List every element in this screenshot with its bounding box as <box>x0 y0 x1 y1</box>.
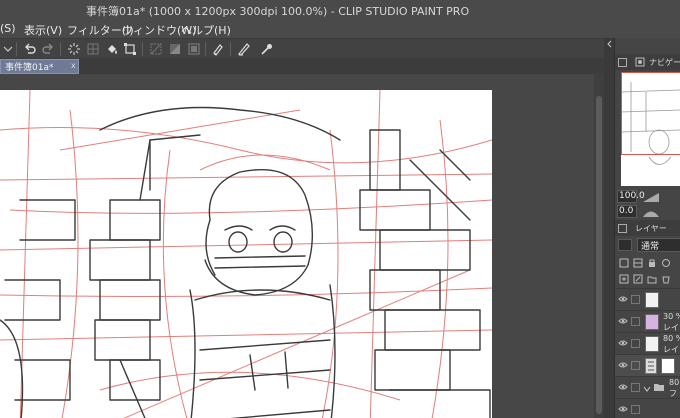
toolbar-divider <box>142 42 143 56</box>
layer-add-vector-icon[interactable] <box>633 274 643 287</box>
layer-opacity: 80 <box>669 378 680 387</box>
clear-selection-icon[interactable] <box>148 41 164 57</box>
title-bar: 事件簿01a* (1000 x 1200px 300dpi 100.0%) - … <box>0 0 680 20</box>
window-title: 事件簿01a* (1000 x 1200px 300dpi 100.0%) - … <box>86 5 470 18</box>
menu-bar: (S) 表示(V) フィルター(I) ウィンドウ(W) ヘルプ(H) <box>0 20 680 38</box>
pen-tool-icon[interactable] <box>210 41 226 57</box>
scrollbar-thumb[interactable] <box>596 96 602 414</box>
menu-item-select[interactable]: (S) <box>0 22 16 35</box>
selection-frame-icon[interactable] <box>186 41 202 57</box>
eye-icon[interactable] <box>618 317 628 327</box>
toolbar-divider <box>230 42 231 56</box>
menu-item-help[interactable]: ヘルプ(H) <box>181 22 231 38</box>
layer-property-icon[interactable] <box>618 239 632 254</box>
rotate-reset-icon[interactable] <box>641 206 661 221</box>
layer-select-checkbox[interactable] <box>631 317 640 326</box>
layer-row[interactable]: 80 % レイ <box>615 332 680 354</box>
layer-row[interactable] <box>615 288 680 310</box>
layer-row[interactable]: 80 フ <box>615 376 680 398</box>
layer-action-toolbar-2 <box>615 272 680 286</box>
fill-bucket-icon[interactable] <box>104 41 120 57</box>
eye-icon[interactable] <box>618 295 628 305</box>
layer-action-toolbar <box>615 256 680 270</box>
eyedropper-icon[interactable] <box>258 41 274 57</box>
layer-select-checkbox[interactable] <box>631 405 640 414</box>
command-bar <box>0 38 614 58</box>
layer-delete-icon[interactable] <box>661 274 671 287</box>
panel-menu-icon[interactable] <box>618 57 627 70</box>
pen-pressure-icon[interactable] <box>236 41 252 57</box>
blend-mode-select[interactable]: 通常 <box>637 238 680 252</box>
layer-row-active[interactable] <box>615 354 680 376</box>
layer-lock-icon[interactable] <box>647 258 657 271</box>
navigator-title[interactable]: ナビゲーター <box>649 57 680 68</box>
redo-icon[interactable] <box>40 41 56 57</box>
undo-icon[interactable] <box>22 41 38 57</box>
loading-spinner-icon[interactable] <box>66 41 82 57</box>
layer-thumbnail <box>645 336 659 352</box>
rotation-field[interactable]: 0.0 <box>617 205 637 218</box>
folder-icon <box>653 382 665 395</box>
canvas-area[interactable] <box>0 74 594 418</box>
eye-icon[interactable] <box>618 361 628 371</box>
right-dock-panel: ナビゲーター 100.0 0.0 レイヤー 通常 <box>614 38 680 418</box>
layer-thumbnail <box>645 314 659 330</box>
toolbar-divider <box>16 42 17 56</box>
eye-icon[interactable] <box>618 383 628 393</box>
layer-thumbnail <box>661 358 675 374</box>
canvas-vertical-scrollbar[interactable] <box>594 74 604 418</box>
layer-add-raster-icon[interactable] <box>619 274 629 287</box>
layer-reference-icon[interactable] <box>661 258 671 271</box>
layer-opacity: 80 % <box>663 334 680 343</box>
layer-folder-icon[interactable] <box>647 274 657 287</box>
layer-select-checkbox[interactable] <box>631 295 640 304</box>
menu-item-view[interactable]: 表示(V) <box>24 22 62 38</box>
toolbar-divider <box>60 42 61 56</box>
layer-panel-menu-icon[interactable] <box>618 223 627 236</box>
dropdown-arrow-icon[interactable] <box>0 41 16 57</box>
chevron-down-icon[interactable] <box>643 383 651 396</box>
navigator-thumbnail <box>621 72 680 165</box>
collapse-arrows-icon[interactable] <box>606 40 612 48</box>
navigator-zoom-row: 100.0 <box>617 190 680 204</box>
layer-select-checkbox[interactable] <box>631 339 640 348</box>
layer-mask-icon <box>645 358 657 377</box>
grid-icon[interactable] <box>85 41 101 57</box>
layer-select-checkbox[interactable] <box>631 361 640 370</box>
eye-icon[interactable] <box>618 405 628 415</box>
layer-new-icon[interactable] <box>619 258 629 271</box>
panel-divider[interactable] <box>604 38 614 418</box>
navigator-header: ナビゲーター <box>615 54 680 70</box>
layer-clip-icon[interactable] <box>633 258 643 271</box>
zoom-field[interactable]: 100.0 <box>617 190 645 203</box>
canvas-paper[interactable] <box>0 90 492 418</box>
layer-row[interactable]: 30 % レイ <box>615 310 680 332</box>
blend-mode-value: 通常 <box>641 242 660 252</box>
transform-icon[interactable] <box>122 41 138 57</box>
layer-row[interactable] <box>615 398 680 418</box>
layer-thumbnail <box>645 292 659 308</box>
layer-opacity: 30 % <box>663 312 680 321</box>
zoom-out-icon[interactable] <box>641 191 661 206</box>
navigator-tab-icon[interactable] <box>635 57 645 70</box>
tab-document[interactable]: 事件簿01a* x <box>0 59 79 74</box>
layer-panel-header: レイヤー <box>615 220 680 236</box>
tab-document-label: 事件簿01a* <box>5 63 54 73</box>
invert-selection-icon[interactable] <box>167 41 183 57</box>
eye-icon[interactable] <box>618 339 628 349</box>
layer-panel-title[interactable]: レイヤー <box>635 223 667 234</box>
document-tab-strip: 事件簿01a* x <box>0 58 614 74</box>
close-icon[interactable]: x <box>71 61 76 70</box>
toolbar-divider <box>205 42 206 56</box>
navigator-preview[interactable] <box>621 72 680 186</box>
layer-select-checkbox[interactable] <box>631 383 640 392</box>
sketch-artwork <box>0 90 492 418</box>
navigator-rotate-row: 0.0 <box>617 205 680 219</box>
